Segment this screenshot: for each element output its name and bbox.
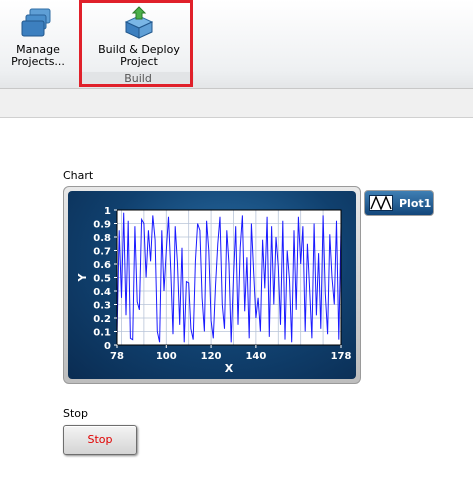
y-tick-label: 0.2: [93, 314, 111, 325]
stop-button[interactable]: Stop: [63, 425, 137, 455]
ribbon: Manage Projects... Build & Deploy Projec…: [0, 0, 473, 89]
manage-projects-button[interactable]: Manage Projects...: [8, 6, 68, 68]
stop-label: Stop: [63, 407, 89, 420]
y-tick-label: 0.7: [93, 247, 111, 258]
folders-icon: [21, 8, 51, 37]
y-tick-label: 0.4: [93, 287, 111, 298]
chart-frame: 0 0.1 0.2 0.3 0.4 0.5 0.6 0.7 0.8 0.9 1 78 100 120 140…: [63, 186, 361, 384]
toolbar-strip: [0, 89, 473, 118]
y-tick-label: 0.8: [93, 233, 111, 244]
chart-panel: 0 0.1 0.2 0.3 0.4 0.5 0.6 0.7 0.8 0.9 1 78 100 120 140…: [68, 191, 356, 379]
legend-plot-name: Plot1: [399, 197, 432, 210]
y-tick-label: 0.3: [93, 301, 111, 312]
chart-legend[interactable]: Plot1: [364, 190, 434, 216]
x-tick-label: 120: [201, 351, 222, 362]
manage-projects-label-2: Projects...: [11, 55, 65, 68]
legend-swatch: [369, 195, 393, 211]
x-tick-label: 78: [110, 351, 124, 362]
x-tick-label: 140: [245, 351, 266, 362]
chart-label: Chart: [63, 169, 94, 182]
y-tick-label: 1: [104, 206, 111, 217]
y-tick-label: 0.5: [93, 274, 111, 285]
y-tick-label: 0.9: [93, 220, 111, 231]
y-axis-label: Y: [76, 272, 89, 282]
highlight-box: [79, 0, 193, 87]
y-tick-label: 0.1: [93, 328, 111, 339]
x-tick-label: 100: [156, 351, 177, 362]
x-tick-label: 178: [331, 351, 352, 362]
x-axis-label: X: [225, 362, 234, 375]
chart-svg: 00.10.20.30.40.50.60.70.80.9178 100 120 140…: [76, 206, 352, 375]
y-tick-label: 0.6: [93, 260, 111, 271]
